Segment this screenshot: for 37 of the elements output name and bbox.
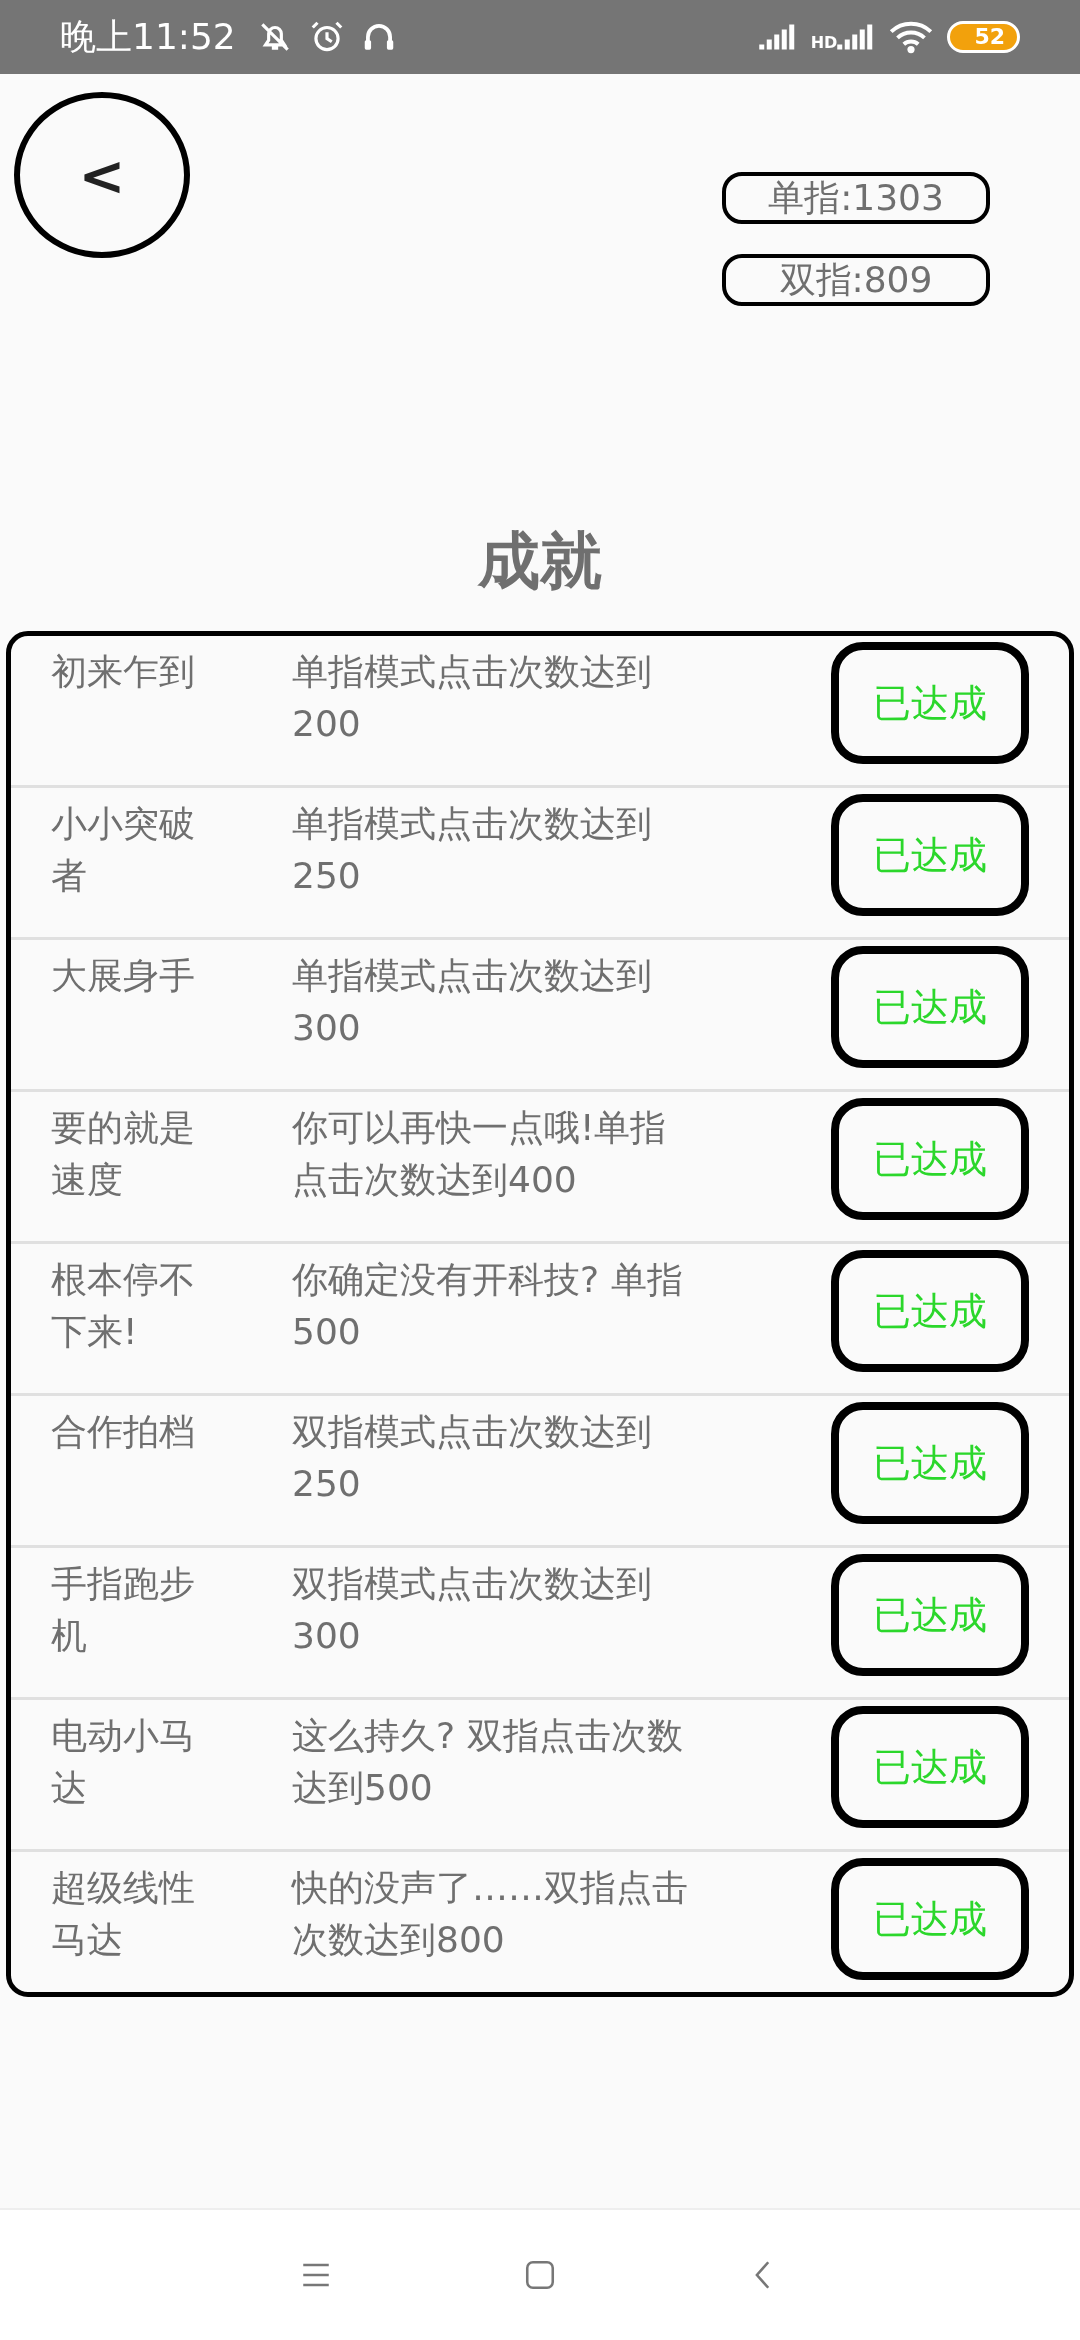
achievement-description: 你确定没有开科技? 单指500 bbox=[292, 1258, 684, 1354]
achievement-name: 小小突破者 bbox=[51, 802, 196, 898]
counter-label: 单指:1303 bbox=[722, 172, 990, 224]
achievement-name: 大展身手 bbox=[51, 954, 196, 998]
battery-indicator: 52 bbox=[947, 21, 1020, 53]
achievement-status-button[interactable]: 已达成 bbox=[831, 946, 1029, 1068]
achievement-description: 单指模式点击次数达到250 bbox=[292, 802, 653, 898]
home-icon[interactable] bbox=[523, 2258, 557, 2292]
achievement-name: 电动小马达 bbox=[51, 1714, 196, 1810]
achievement-description: 快的没声了……双指点击次数达到800 bbox=[292, 1866, 689, 1962]
achievement-name: 合作拍档 bbox=[51, 1410, 196, 1454]
achievement-status-button[interactable]: 已达成 bbox=[831, 1250, 1029, 1372]
achievement-name: 手指跑步机 bbox=[51, 1562, 196, 1658]
achievement-name: 初来乍到 bbox=[51, 650, 196, 694]
achievement-status-button[interactable]: 已达成 bbox=[831, 794, 1029, 916]
achievement-status-button[interactable]: 已达成 bbox=[831, 1554, 1029, 1676]
achievement-status-button[interactable]: 已达成 bbox=[831, 642, 1029, 764]
back-button[interactable]: < bbox=[14, 92, 190, 258]
achievement-name: 要的就是速度 bbox=[51, 1106, 196, 1202]
achievement-description: 单指模式点击次数达到300 bbox=[292, 954, 653, 1050]
signal-icon bbox=[758, 22, 797, 52]
achievement-description: 这么持久? 双指点击次数达到500 bbox=[292, 1714, 684, 1810]
achievement-status-button[interactable]: 已达成 bbox=[831, 1858, 1029, 1980]
achievement-name: 超级线性马达 bbox=[51, 1866, 196, 1962]
achievement-description: 双指模式点击次数达到250 bbox=[292, 1410, 653, 1506]
achievement-status-button[interactable]: 已达成 bbox=[831, 1402, 1029, 1524]
network-label: HD bbox=[810, 33, 838, 52]
wifi-icon bbox=[889, 19, 934, 55]
achievement-description: 双指模式点击次数达到300 bbox=[292, 1562, 653, 1658]
achievement-name: 根本停不下来! bbox=[51, 1258, 196, 1354]
achievement-description: 你可以再快一点哦!单指点击次数达到400 bbox=[292, 1106, 668, 1202]
achievement-status-button[interactable]: 已达成 bbox=[831, 1098, 1029, 1220]
status-time: 晚上11:52 bbox=[60, 14, 236, 59]
achievement-status-button[interactable]: 已达成 bbox=[831, 1706, 1029, 1828]
page-title: 成就 bbox=[476, 523, 603, 599]
achievement-description: 单指模式点击次数达到200 bbox=[292, 650, 653, 746]
counter-label: 双指:809 bbox=[722, 254, 990, 306]
